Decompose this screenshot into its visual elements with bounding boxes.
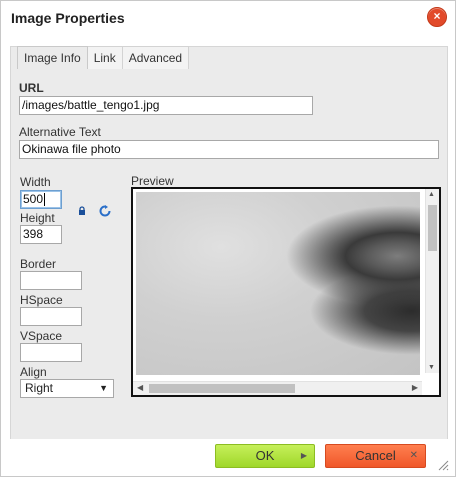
tab-image-info[interactable]: Image Info [17,46,88,69]
align-select[interactable]: Right ▼ [20,379,114,398]
alt-text-field[interactable]: Okinawa file photo [19,140,439,159]
reset-size-icon[interactable] [99,205,111,217]
tab-link[interactable]: Link [87,46,123,69]
arrow-right-icon: ▶ [300,451,307,460]
alt-text-label: Alternative Text [19,125,101,139]
url-field[interactable]: /images/battle_tengo1.jpg [19,96,313,115]
hspace-field[interactable] [20,307,82,326]
chevron-down-icon: ▼ [99,383,108,393]
scroll-right-icon[interactable]: ▶ [412,383,418,392]
width-label: Width [20,175,51,189]
image-properties-dialog: Image Properties × Image Info Link Advan… [0,0,456,477]
scroll-down-icon[interactable]: ▼ [428,364,435,371]
close-icon[interactable]: × [427,7,447,27]
ok-button[interactable]: OK ▶ [215,444,315,468]
cancel-button[interactable]: Cancel ✕ [325,444,426,468]
align-label: Align [20,365,47,379]
vspace-label: VSpace [20,329,63,343]
dialog-titlebar[interactable]: Image Properties × [1,1,455,35]
border-label: Border [20,257,57,271]
tab-advanced[interactable]: Advanced [122,46,190,69]
resize-handle-icon[interactable] [437,459,449,471]
vspace-field[interactable] [20,343,82,362]
dialog-title: Image Properties [11,10,125,26]
url-label: URL [19,81,44,95]
align-selected-value: Right [25,381,54,395]
scroll-up-icon[interactable]: ▲ [428,191,435,198]
width-field[interactable]: 500 [20,190,62,209]
preview-image [136,192,420,375]
lock-icon[interactable] [77,206,87,216]
cancel-button-label: Cancel [355,448,396,463]
scroll-left-icon[interactable]: ◀ [137,383,143,392]
preview-vertical-scrollbar[interactable]: ▲ ▼ [425,189,439,373]
height-field[interactable]: 398 [20,225,62,244]
vertical-scroll-thumb[interactable] [428,205,437,251]
preview-horizontal-scrollbar[interactable]: ◀ ▶ [133,381,422,395]
image-preview: ▲ ▼ ◀ ▶ [131,187,441,397]
tab-strip: Image Info Link Advanced [17,46,190,69]
width-value: 500 [23,192,44,206]
hspace-label: HSpace [20,293,63,307]
height-label: Height [20,211,55,225]
text-caret [44,193,46,207]
horizontal-scroll-thumb[interactable] [149,384,295,393]
preview-label: Preview [131,174,174,188]
ok-button-label: OK [255,448,275,463]
close-x-icon: ✕ [409,450,418,461]
border-field[interactable] [20,271,82,290]
